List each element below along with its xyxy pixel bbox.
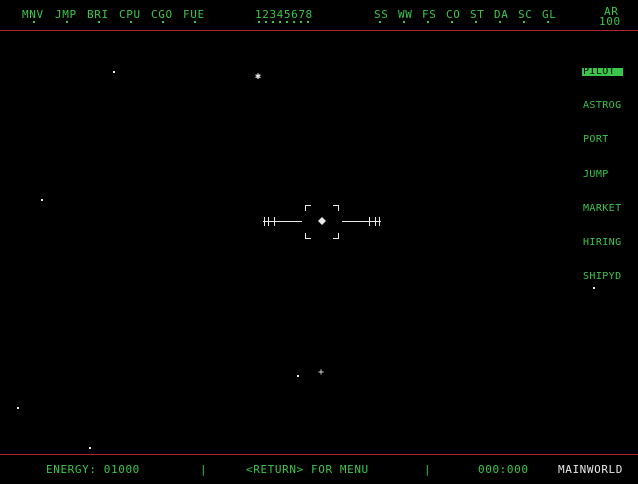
location-label: MAINWORLD — [558, 463, 624, 476]
menu-item-shipyd[interactable]: SHIPYD — [582, 272, 623, 282]
command-menu: PILOT ASTROG PORT JUMP MARKET HIRING SHI… — [582, 42, 623, 294]
ship-marker-icon — [318, 217, 326, 225]
return-menu-prompt: <RETURN> FOR MENU — [246, 463, 369, 476]
menu-item-port[interactable]: PORT — [582, 135, 623, 145]
footer-separator: | — [200, 463, 208, 476]
footer-bar: ENERGY: 01000 | <RETURN> FOR MENU | 000:… — [0, 458, 638, 484]
menu-item-pilot[interactable]: PILOT — [582, 66, 623, 77]
bottom-divider — [0, 454, 638, 455]
targeting-reticle — [263, 205, 381, 239]
menu-item-hiring[interactable]: HIRING — [582, 237, 623, 247]
menu-item-astrog[interactable]: ASTROG — [582, 101, 623, 111]
footer-separator: | — [424, 463, 432, 476]
energy-readout: ENERGY: 01000 — [46, 463, 140, 476]
menu-item-jump[interactable]: JUMP — [582, 169, 623, 179]
menu-item-market[interactable]: MARKET — [582, 203, 623, 213]
time-readout: 000:000 — [478, 463, 529, 476]
